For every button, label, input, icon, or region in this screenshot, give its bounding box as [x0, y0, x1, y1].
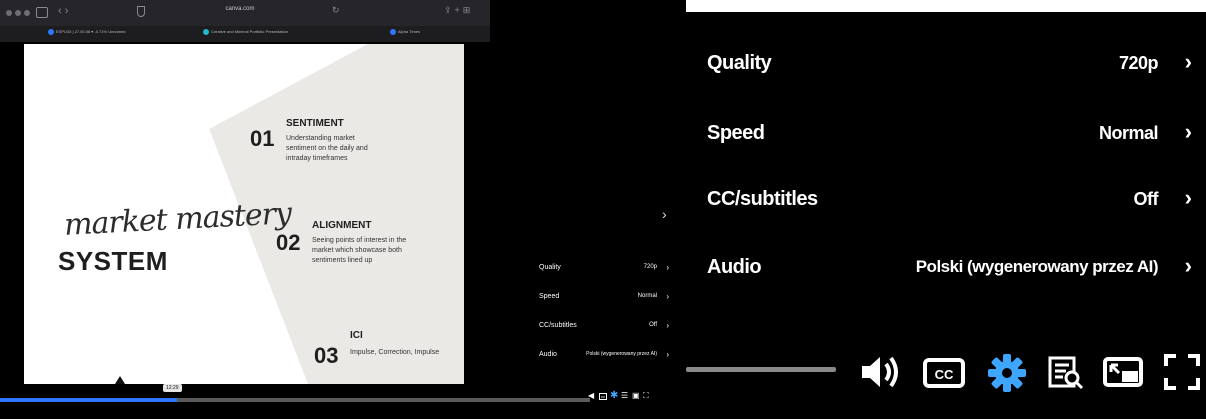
- setting-value: 720p: [1118, 53, 1159, 73]
- section-text: Seeing points of interest in the market …: [312, 237, 407, 264]
- settings-row-audio[interactable]: Audio Polski (wygenerowany przez AI) ›: [707, 253, 1202, 286]
- cursor-marker: [115, 376, 125, 384]
- volume-icon[interactable]: ◀: [588, 392, 596, 400]
- browser-tab-bar: ESPU33 | 27.05.08 ▾ -0.71% Unnamed Creat…: [0, 26, 490, 42]
- setting-label: CC/subtitles: [707, 188, 818, 210]
- window-zoom-dot[interactable]: [24, 10, 30, 16]
- setting-value: Normal: [1098, 123, 1159, 143]
- section-text: Understanding market sentiment on the da…: [286, 135, 368, 162]
- section-text: Impulse, Correction, Impulse: [350, 349, 440, 356]
- settings-gear-icon[interactable]: ✱: [610, 391, 618, 401]
- chevron-right-icon: ›: [666, 321, 669, 330]
- settings-row-quality[interactable]: Quality 720p ›: [707, 49, 1202, 82]
- setting-value: Normal: [637, 293, 657, 299]
- setting-value: Off: [1133, 189, 1159, 209]
- setting-label: Audio: [707, 256, 762, 278]
- section-heading: SENTIMENT: [286, 118, 344, 129]
- chevron-right-icon: ›: [666, 292, 669, 301]
- volume-icon[interactable]: [856, 352, 904, 392]
- small-controls-bar: ◀ cc ✱ ☰ ▣ ⛶: [588, 391, 651, 401]
- chevron-right-icon: ›: [666, 263, 669, 272]
- settings-gear-icon[interactable]: [986, 352, 1028, 394]
- setting-label: Audio: [539, 351, 557, 358]
- browser-title-bar: ‹ › canva.com ↻ ⇪+⊞: [0, 0, 490, 26]
- tab-favicon-icon: [48, 29, 54, 35]
- window-close-dot[interactable]: [6, 10, 12, 16]
- browser-tab[interactable]: ESPU33 | 27.05.08 ▾ -0.71% Unnamed: [48, 29, 126, 35]
- captions-icon[interactable]: cc: [599, 392, 607, 400]
- browser-tab-active[interactable]: Creative and Minimal Portfolio Presentat…: [203, 29, 288, 35]
- section-heading: ICI: [350, 330, 363, 341]
- tab-label: Alpha Times: [398, 29, 421, 35]
- settings-row-subtitles[interactable]: CC/subtitles Off ›: [707, 185, 1202, 218]
- section-heading: ALIGNMENT: [312, 220, 372, 231]
- sidebar-icon[interactable]: [36, 7, 48, 18]
- browser-tab[interactable]: Alpha Times: [390, 29, 420, 35]
- section-number: 01: [250, 126, 275, 151]
- tab-label: Creative and Minimal Portfolio Presentat…: [211, 29, 288, 35]
- tab-label: ESPU33 | 27.05.08 ▾ -0.71% Unnamed: [56, 29, 126, 35]
- setting-label: Quality: [539, 264, 561, 271]
- tab-favicon-icon: [203, 29, 209, 35]
- settings-row-speed-small[interactable]: Speed Normal ›: [539, 292, 669, 307]
- back-forward-icon[interactable]: ‹ ›: [58, 5, 68, 17]
- reload-icon[interactable]: ↻: [332, 5, 340, 16]
- setting-value: 720p: [643, 264, 657, 270]
- presentation-slide: market mastery SYSTEM 01 SENTIMENT Under…: [24, 44, 464, 384]
- setting-label: Quality: [707, 52, 772, 74]
- setting-value: Off: [649, 322, 657, 328]
- left-video-screenshot: ‹ › canva.com ↻ ⇪+⊞ ESPU33 | 27.05.08 ▾ …: [0, 0, 686, 419]
- svg-text:CC: CC: [935, 367, 954, 382]
- setting-value: Polski (wygenerowany przez AI): [915, 257, 1159, 276]
- window-minimize-dot[interactable]: [15, 10, 21, 16]
- settings-row-subtitles-small[interactable]: CC/subtitles Off ›: [539, 321, 669, 336]
- chevron-right-icon: ›: [1184, 119, 1192, 144]
- fullscreen-icon[interactable]: ⛶: [643, 392, 651, 400]
- settings-row-speed[interactable]: Speed Normal ›: [707, 119, 1202, 152]
- captions-icon[interactable]: CC: [922, 352, 966, 392]
- chevron-right-icon: ›: [666, 350, 669, 359]
- setting-label: Speed: [539, 293, 560, 300]
- section-number: 03: [314, 343, 339, 368]
- miniplayer-icon[interactable]: [1102, 352, 1144, 392]
- settings-row-audio-small[interactable]: Audio Polski (wygenerowany przez AI) ›: [539, 350, 669, 365]
- chevron-right-icon[interactable]: ›: [662, 206, 667, 222]
- transcript-icon[interactable]: ☰: [621, 392, 629, 400]
- seek-bar[interactable]: [686, 367, 836, 372]
- setting-label: CC/subtitles: [539, 322, 577, 329]
- miniplayer-icon[interactable]: ▣: [632, 392, 640, 400]
- settings-row-quality-small[interactable]: Quality 720p ›: [539, 263, 669, 278]
- seek-time-tooltip: 12:29: [163, 384, 182, 392]
- seek-bar-progress: [0, 398, 177, 402]
- setting-value: Polski (wygenerowany przez AI): [586, 351, 657, 357]
- section-number: 02: [276, 230, 301, 255]
- chevron-right-icon: ›: [1184, 185, 1192, 210]
- setting-label: Speed: [707, 122, 765, 144]
- chevron-right-icon: ›: [1184, 49, 1192, 74]
- slide-main-title: SYSTEM: [58, 246, 168, 276]
- transcript-icon[interactable]: [1046, 352, 1086, 392]
- chevron-right-icon: ›: [1184, 253, 1192, 278]
- shield-icon[interactable]: [137, 6, 145, 17]
- tab-favicon-icon: [390, 29, 396, 35]
- url-bar[interactable]: canva.com: [180, 6, 300, 12]
- browser-actions-icon[interactable]: ⇪+⊞: [444, 5, 473, 16]
- fullscreen-icon[interactable]: [1162, 352, 1202, 392]
- settings-menu-zoomed: Quality 720p › Speed Normal › CC/subtitl…: [686, 12, 1206, 419]
